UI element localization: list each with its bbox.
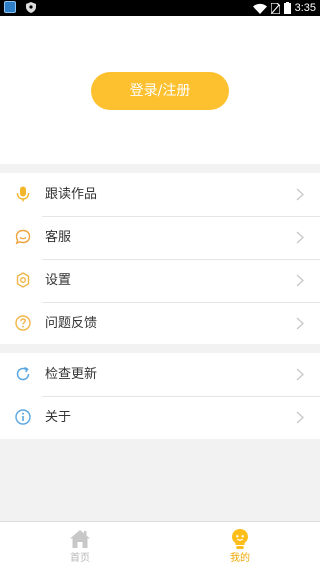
battery-icon: [283, 2, 291, 14]
chevron-right-icon: [296, 368, 304, 381]
profile-header: 登录/注册: [0, 16, 320, 164]
chat-bubble-icon: [15, 229, 31, 245]
home-icon: [70, 530, 90, 548]
nav-tab-mine[interactable]: 我的: [200, 522, 280, 570]
menu-item-about[interactable]: 关于: [0, 396, 320, 439]
menu-group-app: 检查更新 关于: [0, 353, 320, 439]
menu-item-feedback[interactable]: 问题反馈: [0, 302, 320, 345]
wifi-icon: [252, 3, 267, 14]
menu-item-settings[interactable]: 设置: [0, 259, 320, 302]
app-icon: [4, 1, 16, 13]
chevron-right-icon: [296, 231, 304, 244]
microphone-icon: [16, 186, 30, 202]
menu-item-check-update[interactable]: 检查更新: [0, 353, 320, 396]
refresh-icon: [16, 366, 30, 381]
gear-icon: [16, 272, 30, 288]
menu-item-reading-works[interactable]: 跟读作品: [0, 173, 320, 216]
menu-label: 设置: [45, 273, 72, 288]
shield-icon: [26, 1, 36, 13]
question-icon: [15, 315, 31, 331]
chevron-right-icon: [296, 274, 304, 287]
bottom-nav: 首页 我的: [0, 521, 320, 570]
menu-label: 跟读作品: [45, 187, 98, 202]
chevron-right-icon: [296, 411, 304, 424]
nav-label: 我的: [230, 553, 250, 564]
info-icon: [15, 409, 31, 425]
nav-label: 首页: [70, 553, 90, 564]
status-bar: 3:35: [0, 0, 320, 16]
profile-bulb-icon: [232, 529, 248, 549]
login-register-button[interactable]: 登录/注册: [91, 72, 229, 110]
no-sim-icon: [270, 2, 280, 14]
nav-tab-home[interactable]: 首页: [40, 522, 120, 570]
menu-label: 关于: [45, 410, 72, 425]
menu-label: 问题反馈: [45, 316, 98, 331]
status-time: 3:35: [294, 2, 316, 14]
chevron-right-icon: [296, 317, 304, 330]
menu-label: 检查更新: [45, 367, 98, 382]
menu-label: 客服: [45, 230, 72, 245]
chevron-right-icon: [296, 188, 304, 201]
menu-group-main: 跟读作品 客服 设置 问题反馈: [0, 173, 320, 344]
menu-item-customer-service[interactable]: 客服: [0, 216, 320, 259]
